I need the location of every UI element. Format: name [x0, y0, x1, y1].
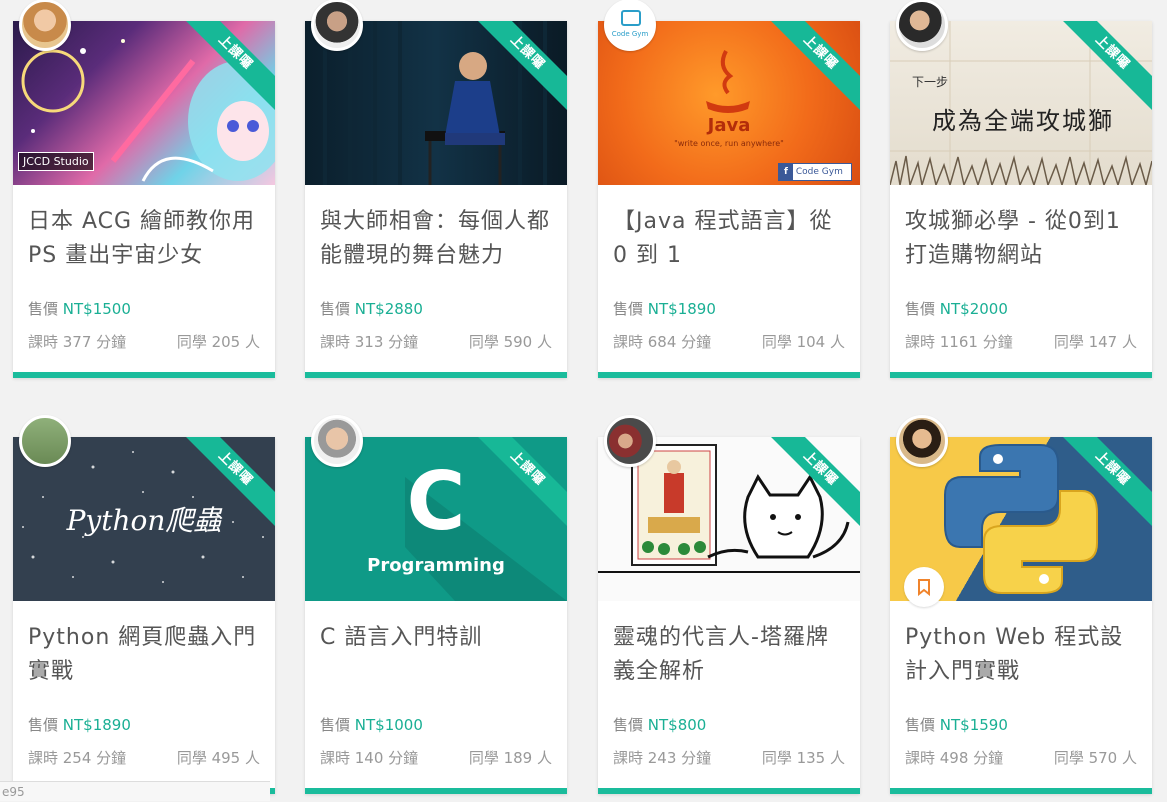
instructor-avatar[interactable]: [896, 0, 948, 51]
course-price: 售價 NT$1000: [320, 714, 423, 735]
instructor-avatar[interactable]: [19, 0, 71, 51]
price-prefix: 售價: [28, 300, 59, 318]
price-prefix: 售價: [613, 716, 644, 734]
price-amount: NT$1890: [62, 716, 131, 734]
instructor-avatar[interactable]: [311, 0, 363, 51]
price-prefix: 售價: [613, 300, 644, 318]
price-prefix: 售價: [905, 300, 936, 318]
course-students: 同學 135 人: [761, 749, 845, 767]
course-title[interactable]: 【Java 程式語言】從 0 到 1: [613, 205, 849, 273]
course-students: 同學 189 人: [468, 749, 552, 767]
course-students: 同學 570 人: [1053, 749, 1137, 767]
price-amount: NT$800: [647, 716, 707, 734]
course-title[interactable]: C 語言入門特訓: [320, 621, 556, 655]
badge-label: Code Gym: [795, 167, 843, 177]
course-students: 同學 147 人: [1053, 333, 1137, 351]
price-prefix: 售價: [905, 716, 936, 734]
course-card[interactable]: 上課囉 靈魂的代言人-塔羅牌義全解析 售價 NT$800 課時 243 分鐘 同…: [598, 415, 860, 794]
price-prefix: 售價: [320, 716, 351, 734]
course-title[interactable]: Python Web 程式設計入門實戰: [905, 621, 1141, 689]
cover-caption: 下一步: [912, 75, 949, 89]
cover-title: Python爬蟲: [66, 504, 222, 537]
course-price: 售價 NT$1500: [28, 298, 131, 319]
cover-title: Java: [707, 115, 751, 136]
price-amount: NT$2000: [939, 300, 1008, 318]
price-prefix: 售價: [320, 300, 351, 318]
monitor-icon: [621, 10, 641, 26]
course-price: 售價 NT$2000: [905, 298, 1008, 319]
instructor-avatar[interactable]: [19, 415, 71, 467]
cover-subtitle: "write once, run anywhere": [674, 139, 784, 148]
course-price: 售價 NT$1890: [613, 298, 716, 319]
course-card[interactable]: Java "write once, run anywhere" f Code G…: [598, 0, 860, 378]
course-card[interactable]: 上課囉 Python Web 程式設計入門實戰 售價 NT$1590 課時 49…: [890, 415, 1152, 794]
instructor-avatar[interactable]: [896, 415, 948, 467]
cover-title: 成為全端攻城獅: [932, 107, 1114, 135]
course-price: 售價 NT$1590: [905, 714, 1008, 735]
course-students: 同學 104 人: [761, 333, 845, 351]
course-duration: 課時 243 分鐘: [613, 749, 712, 767]
price-amount: NT$1500: [62, 300, 131, 318]
browser-status-bar: e95: [0, 781, 270, 801]
instructor-avatar[interactable]: [311, 415, 363, 467]
course-students: 同學 495 人: [176, 749, 260, 767]
course-card[interactable]: 上課囉 與大師相會：每個人都能體現的舞台魅力 售價 NT$2880 課時 313…: [305, 0, 567, 378]
course-duration: 課時 313 分鐘: [320, 333, 419, 351]
avatar-label: Code Gym: [611, 30, 649, 38]
bookmark-icon: [918, 579, 930, 596]
course-duration: 課時 254 分鐘: [28, 749, 127, 767]
instructor-avatar[interactable]: Code Gym: [604, 0, 656, 51]
course-students: 同學 205 人: [176, 333, 260, 351]
bookmark-button[interactable]: [904, 567, 944, 607]
price-amount: NT$1590: [939, 716, 1008, 734]
facebook-icon: f: [779, 164, 793, 180]
course-title[interactable]: 靈魂的代言人-塔羅牌義全解析: [613, 621, 849, 689]
course-duration: 課時 498 分鐘: [905, 749, 1004, 767]
course-students: 同學 590 人: [468, 333, 552, 351]
studio-label: JCCD Studio: [18, 152, 94, 171]
course-card[interactable]: Python爬蟲 上課囉 Python 網頁爬蟲入門實戰 售價 NT$1890 …: [13, 415, 275, 794]
course-card[interactable]: 下一步 成為全端攻城獅 上課囉 攻城獅必學 - 從0到1打造購物網站 售價 NT…: [890, 0, 1152, 378]
cover-title: Programming: [367, 555, 505, 576]
course-price: 售價 NT$800: [613, 714, 706, 735]
price-amount: NT$1000: [354, 716, 423, 734]
price-amount: NT$2880: [354, 300, 423, 318]
course-title[interactable]: 日本 ACG 繪師教你用 PS 畫出宇宙少女: [28, 205, 264, 273]
price-prefix: 售價: [28, 716, 59, 734]
course-title[interactable]: 與大師相會：每個人都能體現的舞台魅力: [320, 205, 556, 273]
course-title[interactable]: Python 網頁爬蟲入門實戰: [28, 621, 264, 689]
course-duration: 課時 377 分鐘: [28, 333, 127, 351]
course-duration: 課時 684 分鐘: [613, 333, 712, 351]
course-price: 售價 NT$2880: [320, 298, 423, 319]
course-price: 售價 NT$1890: [28, 714, 131, 735]
course-title[interactable]: 攻城獅必學 - 從0到1打造購物網站: [905, 205, 1141, 273]
instructor-avatar[interactable]: [604, 415, 656, 467]
course-card[interactable]: JCCD Studio 上課囉 日本 ACG 繪師教你用 PS 畫出宇宙少女 售…: [13, 0, 275, 378]
course-card[interactable]: C Programming 上課囉 C 語言入門特訓 售價 NT$1000 課時…: [305, 415, 567, 794]
course-duration: 課時 140 分鐘: [320, 749, 419, 767]
facebook-badge: f Code Gym: [778, 163, 852, 181]
price-amount: NT$1890: [647, 300, 716, 318]
course-duration: 課時 1161 分鐘: [905, 333, 1013, 351]
